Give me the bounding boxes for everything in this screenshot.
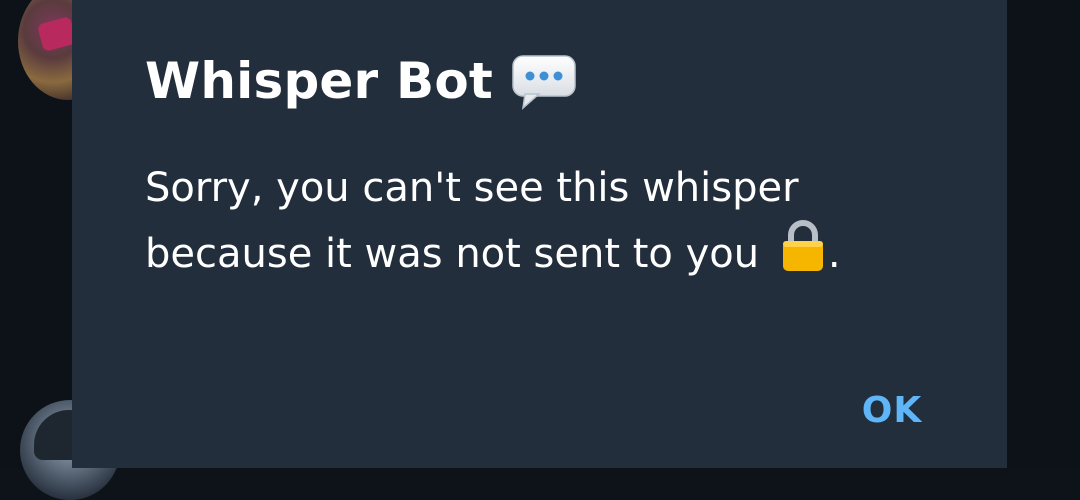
message-text: because it was not sent to you [145, 231, 760, 277]
speech-bubble-icon [511, 52, 577, 110]
message-line: Sorry, you can't see this whisper [145, 165, 799, 211]
message-punctuation: . [827, 231, 841, 277]
dialog-title-text: Whisper Bot [145, 52, 493, 110]
dialog-message: Sorry, you can't see this whisper becaus… [145, 160, 965, 283]
ok-button[interactable]: OK [847, 385, 937, 435]
lock-icon [778, 217, 828, 273]
alert-dialog: Whisper Bot Sorry, you can't see this wh… [72, 0, 1007, 468]
dialog-title: Whisper Bot [145, 46, 577, 116]
message-line: because it was not sent to you . [145, 217, 965, 283]
